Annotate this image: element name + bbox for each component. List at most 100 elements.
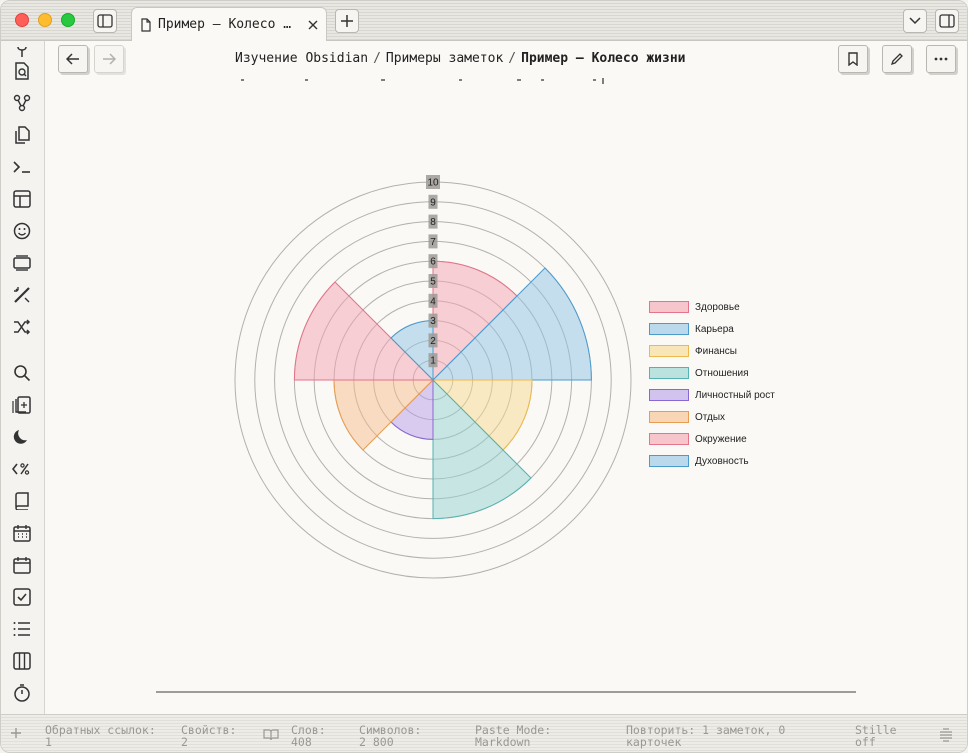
layout-icon[interactable] [11,188,33,210]
legend-item[interactable]: Здоровье [649,296,775,318]
legend-item[interactable]: Отношения [649,362,775,384]
close-window-button[interactable] [15,13,29,27]
breadcrumb-current[interactable]: Пример — Колесо жизни [521,51,685,66]
chart-slices [293,260,592,520]
calendar-grid-icon[interactable] [11,522,33,544]
more-horizontal-icon [934,57,948,61]
legend-item[interactable]: Окружение [649,428,775,450]
legend-item[interactable]: Карьера [649,318,775,340]
toggle-left-sidebar-button[interactable] [93,9,117,33]
tab-list-button[interactable] [903,9,927,33]
status-char-count: Символов: 2 800 [359,723,422,749]
calendar-icon[interactable] [11,554,33,576]
status-backlinks[interactable]: Обратных ссылок: 1 [45,724,156,748]
add-status-icon[interactable] [10,727,22,741]
status-review[interactable]: Повторить: 1 заметок, 0 карточек [626,724,785,748]
tick-label: 5 [430,277,436,288]
sidebar-left-icon [97,14,113,28]
status-word-count: Слов: 408 [291,723,326,749]
bookmark-icon [848,52,858,66]
search-icon[interactable] [11,362,33,384]
legend-swatch [649,433,689,445]
book-icon[interactable] [11,490,33,512]
chart-legend: Здоровье Карьера Финансы Отношения Личностны… [649,296,775,472]
legend-label: Финансы [695,345,737,357]
legend-label: Здоровье [695,301,740,313]
title-bar: Пример — Колесо … [1,1,967,41]
tick-label: 4 [430,296,436,307]
timer-icon[interactable] [11,682,33,704]
status-bar: Обратных ссылок: 1 Свойств: 2 Слов: 408 Сим… [1,714,967,752]
zoom-window-button[interactable] [61,13,75,27]
minimize-window-button[interactable] [38,13,52,27]
legend-label: Отношения [695,367,749,379]
legend-swatch [649,345,689,357]
legend-swatch [649,411,689,423]
back-button[interactable] [58,45,88,73]
reading-mode-icon[interactable] [263,729,279,743]
regex-icon[interactable] [11,458,33,480]
legend-item[interactable]: Финансы [649,340,775,362]
arrow-left-icon [66,53,79,65]
terminal-icon[interactable] [11,156,33,178]
app-window: Пример — Колесо … Изучение Obsidian / Пр… [0,0,968,753]
pencil-icon [890,53,903,66]
legend-item[interactable]: Личностный рост [649,384,775,406]
arrow-right-icon [103,53,116,65]
flashcards-icon[interactable] [11,394,33,416]
layers-icon[interactable] [939,728,953,744]
legend-label: Окружение [695,433,747,445]
breadcrumb-part-2[interactable]: Примеры заметок [386,51,503,66]
shuffle-icon[interactable] [11,316,33,338]
checkbox-icon[interactable] [11,586,33,608]
tick-label: 9 [430,197,436,208]
toggle-right-sidebar-button[interactable] [935,9,959,33]
legend-item[interactable]: Духовность [649,450,775,472]
tick-label: 1 [430,356,436,367]
legend-label: Личностный рост [695,389,775,401]
legend-swatch [649,367,689,379]
tick-label: 3 [430,316,436,327]
graph-icon[interactable] [11,92,33,114]
more-options-button[interactable] [926,45,956,73]
list-icon[interactable] [11,618,33,640]
legend-label: Отдых [695,411,726,423]
columns-icon[interactable] [11,650,33,672]
smiley-icon[interactable] [11,220,33,242]
tab-active-note[interactable]: Пример — Колесо … [131,7,327,41]
new-tab-button[interactable] [335,9,359,33]
files-icon[interactable] [11,124,33,146]
legend-label: Духовность [695,455,749,467]
file-icon [141,17,151,32]
breadcrumb: Изучение Obsidian / Примеры заметок / Пример… [235,51,686,66]
edit-mode-button[interactable] [882,45,912,73]
horizontal-rule [156,691,856,693]
status-properties[interactable]: Свойств: 2 [181,724,236,748]
tick-label: 7 [430,237,436,248]
clipped-text-line [241,78,604,84]
status-paste-mode[interactable]: Paste Mode: Markdown [475,724,551,748]
status-stille[interactable]: Stille off [855,724,897,748]
tab-title: Пример — Колесо … [158,17,292,32]
tick-label: 2 [430,336,436,347]
legend-swatch [649,455,689,467]
magic-wand-icon[interactable] [11,284,33,306]
chevron-down-icon [909,17,921,25]
tick-label: 10 [427,178,439,189]
forward-button[interactable] [94,45,124,73]
legend-swatch [649,389,689,401]
breadcrumb-part-1[interactable]: Изучение Obsidian [235,51,368,66]
slides-icon[interactable] [11,252,33,274]
moon-icon[interactable] [11,426,33,448]
file-search-icon[interactable] [11,60,33,82]
note-content: 1 2 3 4 5 6 7 8 9 10 Здоровье Карьера Финансы Отноше… [46,78,967,714]
close-icon[interactable] [308,20,318,30]
tick-label: 6 [430,257,436,268]
tick-label: 8 [430,217,436,228]
bookmark-button[interactable] [838,45,868,73]
legend-label: Карьера [695,323,734,335]
legend-item[interactable]: Отдых [649,406,775,428]
legend-swatch [649,301,689,313]
sidebar-right-icon [939,14,955,28]
left-ribbon [1,41,45,714]
